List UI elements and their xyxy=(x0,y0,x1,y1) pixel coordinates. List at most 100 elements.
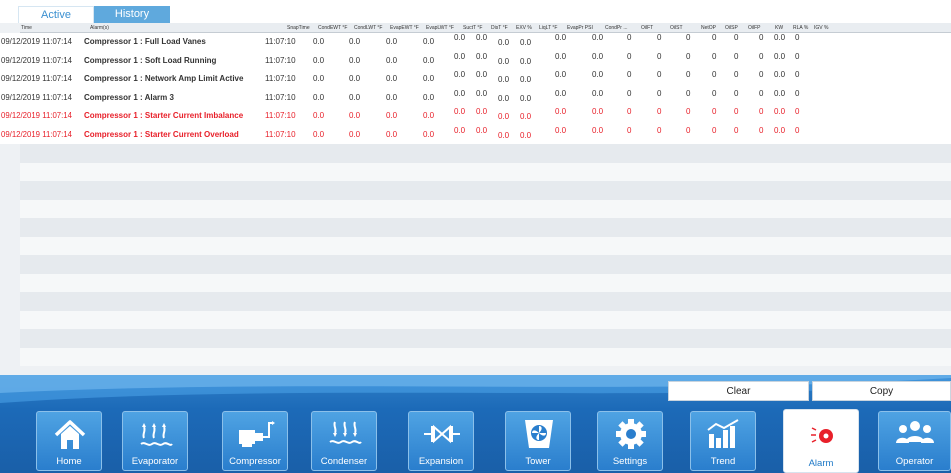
cell-evaplwt: 0.0 xyxy=(423,92,435,102)
header-snaptime[interactable]: SnapTime xyxy=(287,23,310,33)
cell-evaplwt: 0.0 xyxy=(423,129,435,139)
cell-alarm: Compressor 1 : Alarm 3 xyxy=(84,92,174,102)
cell-evapewt: 0.0 xyxy=(386,74,398,83)
nav-tower[interactable]: Tower xyxy=(505,411,571,471)
nav-operator[interactable]: Operator xyxy=(878,411,951,471)
cell-exv: 0.0 xyxy=(498,130,510,140)
gear-icon xyxy=(616,419,646,449)
cell-condlwt: 0.0 xyxy=(349,129,361,139)
cell-liqlt: 0.0 xyxy=(520,56,532,66)
nav-expansion[interactable]: Expansion xyxy=(408,411,474,471)
cell-oilsp: 0 xyxy=(712,107,717,116)
alarm-table: Time Alarm(s) SnapTime CondEWT °F CondLW… xyxy=(0,23,951,375)
nav-label: Home xyxy=(56,456,82,467)
header-oilft[interactable]: OilFT xyxy=(641,23,653,33)
tab-history[interactable]: History xyxy=(94,6,170,23)
tab-active[interactable]: Active xyxy=(18,6,94,23)
nav-settings[interactable]: Settings xyxy=(597,411,663,471)
cell-time: 09/12/2019 11:07:14 xyxy=(1,55,72,65)
empty-row xyxy=(20,199,951,218)
cell-snap: 11:07:10 xyxy=(265,37,296,46)
cell-oilft: 0 xyxy=(627,107,632,116)
cell-evappr: 0.0 xyxy=(555,33,567,42)
cell-condewt: 0.0 xyxy=(313,111,325,120)
cell-oilsp: 0 xyxy=(712,33,717,42)
clear-button[interactable]: Clear xyxy=(668,381,809,401)
nav-condenser[interactable]: Condenser xyxy=(311,411,377,471)
tower-icon xyxy=(525,420,553,448)
cell-netop: 0 xyxy=(686,33,691,42)
cell-time: 09/12/2019 11:07:14 xyxy=(1,37,72,46)
header-evapewt[interactable]: EvapEWT °F xyxy=(390,23,419,33)
nav-home[interactable]: Home xyxy=(36,411,102,471)
cell-condpr: 0.0 xyxy=(592,125,604,135)
cell-exv: 0.0 xyxy=(498,112,510,121)
empty-row xyxy=(20,292,951,311)
cell-evappr: 0.0 xyxy=(555,70,567,79)
cell-netop: 0 xyxy=(686,125,691,135)
cell-condewt: 0.0 xyxy=(313,92,325,102)
header-condpr[interactable]: CondPr ... xyxy=(605,23,628,33)
nav-alarm[interactable]: Alarm xyxy=(783,409,859,473)
cell-liqlt: 0.0 xyxy=(520,38,532,47)
cell-oilst: 0 xyxy=(657,88,662,98)
header-condewt[interactable]: CondEWT °F xyxy=(318,23,347,33)
cell-oilst: 0 xyxy=(657,70,662,79)
cell-oilst: 0 xyxy=(657,125,662,135)
header-evappr[interactable]: EvapPr PSI xyxy=(567,23,593,33)
cell-evaplwt: 0.0 xyxy=(423,55,435,65)
cell-snap: 11:07:10 xyxy=(265,55,296,65)
nav-label: Expansion xyxy=(418,456,464,467)
cell-alarm: Compressor 1 : Soft Load Running xyxy=(84,55,217,65)
cell-oilfp: 0 xyxy=(734,107,739,116)
cell-rla: 0.0 xyxy=(774,51,786,61)
cell-rla: 0.0 xyxy=(774,107,786,116)
alarm-tabs: Active History xyxy=(18,6,170,23)
cell-evapewt: 0.0 xyxy=(386,111,398,120)
table-row[interactable]: 09/12/2019 11:07:14 Compressor 1 : Starte… xyxy=(0,125,951,144)
empty-row xyxy=(20,310,951,329)
header-dist[interactable]: DisT °F xyxy=(491,23,508,33)
header-exv[interactable]: EXV % xyxy=(516,23,532,33)
cell-oilsp: 0 xyxy=(712,70,717,79)
nav-label: Operator xyxy=(895,456,934,467)
header-time[interactable]: Time xyxy=(21,23,32,33)
cell-kw: 0 xyxy=(759,51,764,61)
nav-evaporator[interactable]: Evaporator xyxy=(122,411,188,471)
cell-condewt: 0.0 xyxy=(313,74,325,83)
cell-igv: 0 xyxy=(795,70,800,79)
cell-condlwt: 0.0 xyxy=(349,92,361,102)
cell-oilst: 0 xyxy=(657,33,662,42)
cell-oilft: 0 xyxy=(627,33,632,42)
cell-suct: 0.0 xyxy=(454,70,466,79)
cell-condpr: 0.0 xyxy=(592,33,604,42)
nav-label: Alarm xyxy=(808,458,834,469)
cell-netop: 0 xyxy=(686,51,691,61)
empty-row xyxy=(20,236,951,255)
cell-oilfp: 0 xyxy=(734,70,739,79)
cell-netop: 0 xyxy=(686,88,691,98)
nav-compressor[interactable]: Compressor xyxy=(222,411,288,471)
cell-snap: 11:07:10 xyxy=(265,129,296,139)
cell-time: 09/12/2019 11:07:14 xyxy=(1,111,72,120)
cell-oilft: 0 xyxy=(627,70,632,79)
cell-suct: 0.0 xyxy=(454,51,466,61)
cell-evappr: 0.0 xyxy=(555,51,567,61)
cell-evappr: 0.0 xyxy=(555,107,567,116)
header-oilst[interactable]: OilST xyxy=(670,23,683,33)
nav-trend[interactable]: Trend xyxy=(690,411,756,471)
header-condlwt[interactable]: CondLWT °F xyxy=(354,23,383,33)
cell-dist: 0.0 xyxy=(476,33,488,42)
cell-evapewt: 0.0 xyxy=(386,55,398,65)
cell-dist: 0.0 xyxy=(476,51,488,61)
header-igv[interactable]: IGV % xyxy=(814,23,828,33)
header-evaplwt[interactable]: EvapLWT °F xyxy=(426,23,454,33)
cell-condpr: 0.0 xyxy=(592,88,604,98)
header-alarms[interactable]: Alarm(s) xyxy=(90,23,109,33)
cell-condpr: 0.0 xyxy=(592,70,604,79)
expansion-icon xyxy=(424,424,460,444)
copy-button[interactable]: Copy xyxy=(812,381,951,401)
cell-condpr: 0.0 xyxy=(592,51,604,61)
cell-igv: 0 xyxy=(795,33,800,42)
empty-row xyxy=(20,347,951,366)
